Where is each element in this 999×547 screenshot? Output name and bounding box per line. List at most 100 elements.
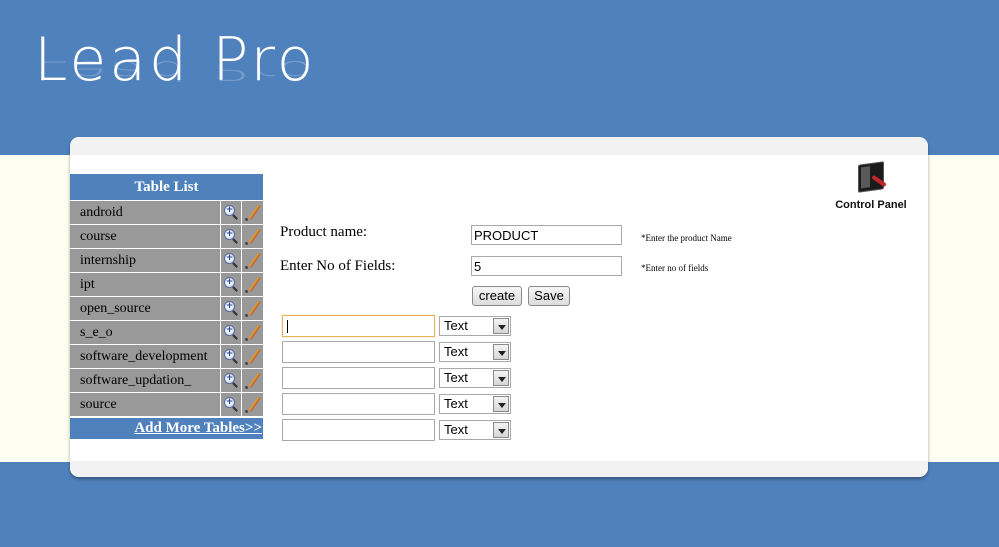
magnifier-handle [232,262,238,268]
field-name-input[interactable] [282,367,435,389]
edit-table-button[interactable] [242,225,263,248]
panel-bottom-strip [70,461,928,477]
fields-count-input[interactable]: 5 [471,256,622,276]
save-button[interactable]: Save [528,286,570,306]
pencil-icon [248,204,261,221]
table-list-sidebar: Table List android + course + internship… [70,174,263,439]
pencil-tip [245,362,249,365]
product-name-input[interactable]: PRODUCT [471,225,622,245]
logo-reflection: Lead Pro [34,54,317,87]
edit-table-button[interactable] [242,345,263,368]
view-table-button[interactable]: + [221,345,242,368]
magnifier-handle [232,286,238,292]
dropdown-arrow-icon[interactable] [493,318,509,334]
field-type-value: Text [444,422,468,437]
table-row: android + [70,201,263,224]
dropdown-arrow-icon[interactable] [493,422,509,438]
table-list-title: Table List [70,174,263,200]
view-table-button[interactable]: + [221,297,242,320]
pencil-tip [245,290,249,293]
magnifier-handle [232,406,238,412]
pencil-icon [248,276,261,293]
pencil-icon [248,300,261,317]
edit-table-button[interactable] [242,369,263,392]
pencil-tip [245,338,249,341]
table-name-link[interactable]: internship [70,249,221,272]
view-table-button[interactable]: + [221,369,242,392]
product-name-hint: *Enter the product Name [641,233,732,243]
view-table-button[interactable]: + [221,321,242,344]
control-panel-link[interactable]: Control Panel [832,161,910,211]
edit-table-button[interactable] [242,273,263,296]
magnifier-handle [232,238,238,244]
add-more-tables-link[interactable]: Add More Tables>> [70,418,263,439]
field-name-input[interactable] [282,393,435,415]
product-name-label: Product name: [280,224,368,240]
magnifier-handle [232,334,238,340]
table-row: software_development + [70,345,263,368]
field-type-value: Text [444,370,468,385]
field-type-select[interactable]: Text [439,420,511,440]
table-row: s_e_o + [70,321,263,344]
fields-count-hint: *Enter no of fields [641,263,709,273]
pencil-tip [245,314,249,317]
magnifier-handle [232,310,238,316]
field-type-select[interactable]: Text [439,342,511,362]
field-name-input[interactable] [282,419,435,441]
field-type-select[interactable]: Text [439,316,511,336]
create-button[interactable]: create [472,286,522,306]
table-row: open_source + [70,297,263,320]
magnifier-handle [232,382,238,388]
main-panel: Table List android + course + internship… [70,137,928,477]
view-table-button[interactable]: + [221,225,242,248]
edit-table-button[interactable] [242,201,263,224]
table-name-link[interactable]: course [70,225,221,248]
table-name-link[interactable]: android [70,201,221,224]
edit-table-button[interactable] [242,393,263,416]
pencil-icon [248,324,261,341]
pencil-tip [245,218,249,221]
field-type-value: Text [444,396,468,411]
field-type-select[interactable]: Text [439,394,511,414]
dropdown-arrow-icon[interactable] [493,370,509,386]
edit-table-button[interactable] [242,321,263,344]
dropdown-arrow-icon[interactable] [493,344,509,360]
table-name-link[interactable]: source [70,393,221,416]
control-panel-label: Control Panel [835,199,907,211]
panel-top-strip [70,137,928,155]
table-name-link[interactable]: open_source [70,297,221,320]
pencil-icon [248,228,261,245]
magnifier-handle [232,358,238,364]
edit-table-button[interactable] [242,297,263,320]
pencil-tip [245,242,249,245]
view-table-button[interactable]: + [221,201,242,224]
table-row: internship + [70,249,263,272]
pencil-tip [245,266,249,269]
pencil-tip [245,410,249,413]
view-table-button[interactable]: + [221,273,242,296]
pencil-icon [248,348,261,365]
field-type-value: Text [444,344,468,359]
dropdown-arrow-icon[interactable] [493,396,509,412]
table-row: ipt + [70,273,263,296]
field-name-input[interactable] [282,341,435,363]
pencil-icon [248,372,261,389]
table-name-link[interactable]: software_updation_ [70,369,221,392]
pencil-tip [245,386,249,389]
table-name-link[interactable]: software_development [70,345,221,368]
field-type-select[interactable]: Text [439,368,511,388]
edit-table-button[interactable] [242,249,263,272]
view-table-button[interactable]: + [221,393,242,416]
view-table-button[interactable]: + [221,249,242,272]
table-name-link[interactable]: s_e_o [70,321,221,344]
fields-count-label: Enter No of Fields: [280,258,396,274]
table-row: course + [70,225,263,248]
pencil-icon [248,252,261,269]
table-row: software_updation_ + [70,369,263,392]
text-caret [287,320,288,333]
magnifier-handle [232,214,238,220]
pencil-icon [248,396,261,413]
field-name-input[interactable] [282,315,435,337]
table-name-link[interactable]: ipt [70,273,221,296]
control-panel-icon [854,161,888,197]
